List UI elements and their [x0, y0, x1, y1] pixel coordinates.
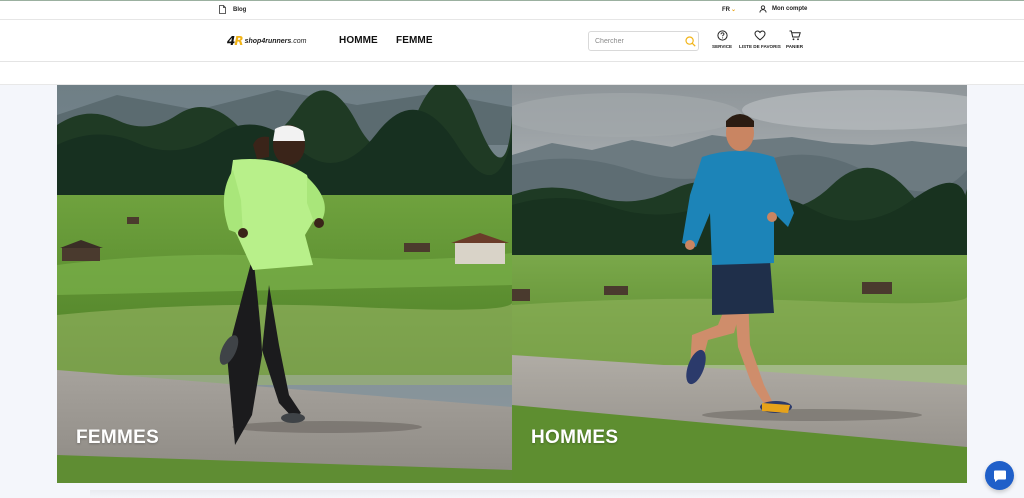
favorites-button[interactable]: LISTE DE FAVORIS: [739, 30, 781, 49]
chevron-down-icon: ⌄: [731, 7, 737, 13]
language-label: FR: [722, 6, 730, 13]
chat-bubble-icon: [993, 470, 1006, 482]
blog-label: Blog: [233, 6, 247, 13]
logo-wordmark: shop4runners.com: [244, 37, 307, 45]
hero-hommes-caption: HOMMES: [531, 427, 619, 448]
language-selector[interactable]: FR ⌄: [722, 6, 737, 14]
heart-icon: [754, 30, 766, 41]
main-header: 4R shop4runners.com HOMME FEMME SERVICE …: [0, 20, 1024, 62]
hero-hommes[interactable]: HOMMES: [512, 85, 967, 483]
favorites-label: LISTE DE FAVORIS: [739, 44, 781, 49]
nav-femme[interactable]: FEMME: [396, 35, 433, 46]
account-label: Mon compte: [772, 6, 808, 12]
chat-button[interactable]: [985, 461, 1014, 490]
top-utility-bar: Blog FR ⌄ Mon compte: [0, 0, 1024, 20]
hero-femmes-caption: FEMMES: [76, 427, 160, 448]
search-icon[interactable]: [685, 36, 696, 47]
question-circle-icon: [716, 30, 728, 41]
hero-femmes[interactable]: FEMMES: [57, 85, 512, 483]
hero-hommes-image: [512, 85, 967, 483]
site-logo[interactable]: 4R shop4runners.com: [227, 34, 306, 48]
service-button[interactable]: SERVICE: [712, 30, 732, 49]
nav-homme[interactable]: HOMME: [339, 35, 378, 46]
logo-mark: 4R: [227, 34, 244, 48]
hero-femmes-image: [57, 85, 512, 483]
account-link[interactable]: Mon compte: [759, 5, 807, 13]
page-bottom-edge: [90, 490, 940, 498]
document-icon: [219, 5, 226, 14]
cart-button[interactable]: PANIER: [786, 30, 803, 49]
cart-label: PANIER: [786, 44, 804, 49]
blog-link[interactable]: Blog: [219, 5, 246, 14]
search-input[interactable]: [595, 36, 679, 47]
user-icon: [759, 5, 767, 13]
sub-navigation-bar: [0, 62, 1024, 85]
cart-icon: [789, 30, 801, 41]
service-label: SERVICE: [712, 44, 733, 49]
search-box: [588, 31, 699, 51]
